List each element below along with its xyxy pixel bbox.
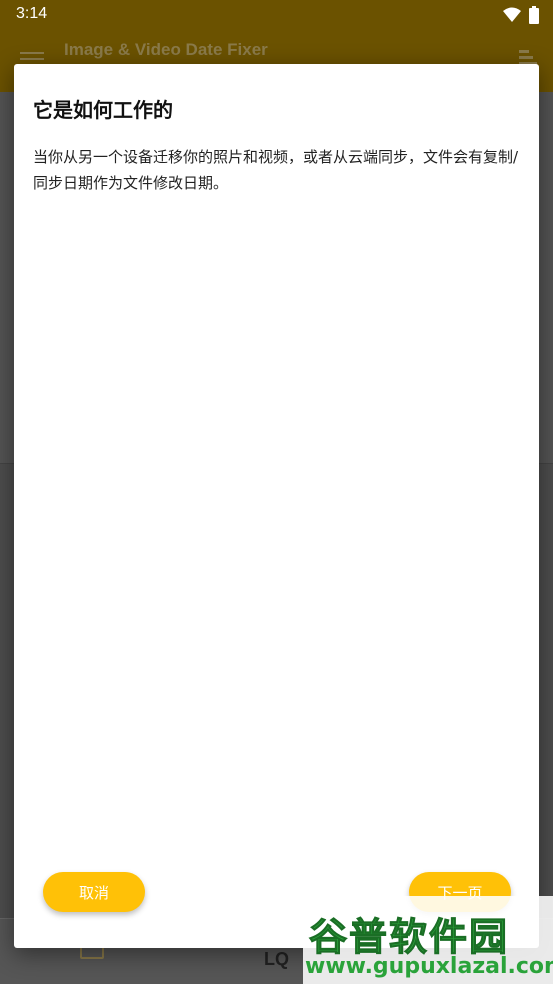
watermark-url: www.gupuxlazal.com xyxy=(305,954,553,979)
battery-icon xyxy=(529,6,539,24)
watermark-logo: 谷普软件园 xyxy=(308,915,510,960)
app-title: Image & Video Date Fixer xyxy=(64,40,268,59)
how-it-works-dialog: 它是如何工作的 当你从另一个设备迁移你的照片和视频，或者从云端同步，文件会有复制… xyxy=(14,64,539,948)
cancel-button[interactable]: 取消 xyxy=(43,872,145,912)
watermark: 谷普软件园 www.gupuxlazal.com xyxy=(303,896,553,984)
dialog-title: 它是如何工作的 xyxy=(33,98,173,122)
status-icons xyxy=(503,6,539,24)
status-time: 3:14 xyxy=(16,5,48,22)
dialog-body: 当你从另一个设备迁移你的照片和视频，或者从云端同步，文件会有复制/同步日期作为文… xyxy=(33,148,519,192)
status-bar: 3:14 xyxy=(0,0,553,30)
wifi-icon xyxy=(503,7,521,22)
search-icon[interactable]: LQ xyxy=(264,949,289,970)
